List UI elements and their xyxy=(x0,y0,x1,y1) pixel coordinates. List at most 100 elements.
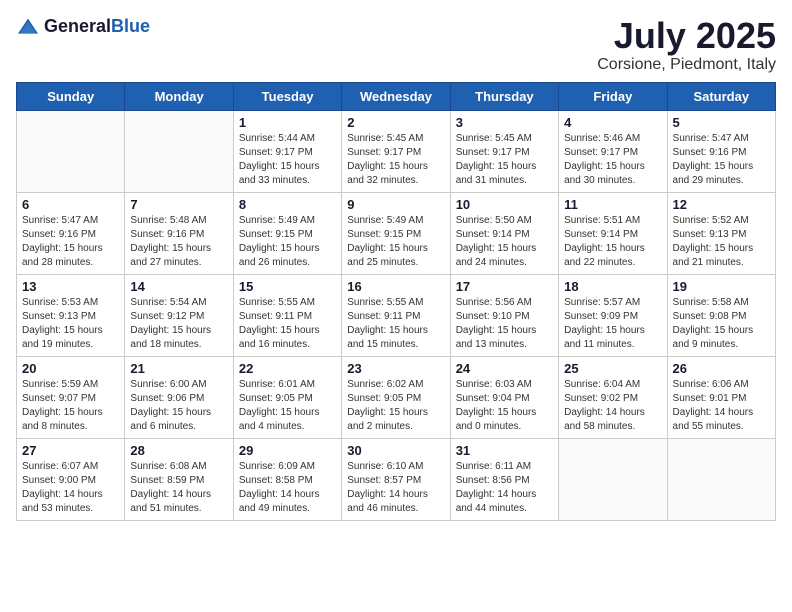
day-info: Sunrise: 5:51 AM Sunset: 9:14 PM Dayligh… xyxy=(564,214,661,270)
day-info: Sunrise: 5:48 AM Sunset: 9:16 PM Dayligh… xyxy=(130,214,227,270)
day-info: Sunrise: 5:54 AM Sunset: 9:12 PM Dayligh… xyxy=(130,296,227,352)
day-number: 7 xyxy=(130,197,227,212)
calendar-week-row: 27 Sunrise: 6:07 AM Sunset: 9:00 PM Dayli… xyxy=(17,438,776,520)
day-info: Sunrise: 5:49 AM Sunset: 9:15 PM Dayligh… xyxy=(347,214,444,270)
calendar-day-cell: 27 Sunrise: 6:07 AM Sunset: 9:00 PM Dayli… xyxy=(17,438,125,520)
day-info: Sunrise: 6:09 AM Sunset: 8:58 PM Dayligh… xyxy=(239,460,336,516)
calendar-day-cell: 12 Sunrise: 5:52 AM Sunset: 9:13 PM Dayli… xyxy=(667,192,775,274)
day-number: 20 xyxy=(22,361,119,376)
day-of-week-header: Wednesday xyxy=(342,82,450,110)
day-info: Sunrise: 6:02 AM Sunset: 9:05 PM Dayligh… xyxy=(347,378,444,434)
day-number: 8 xyxy=(239,197,336,212)
calendar-day-cell: 11Sunrise: 5:51 AM Sunset: 9:14 PM Dayli… xyxy=(559,192,667,274)
calendar-day-cell: 31 Sunrise: 6:11 AM Sunset: 8:56 PM Dayli… xyxy=(450,438,558,520)
logo-text-blue: Blue xyxy=(111,16,150,36)
calendar-day-cell: 22Sunrise: 6:01 AM Sunset: 9:05 PM Dayli… xyxy=(233,356,341,438)
calendar-day-cell: 16 Sunrise: 5:55 AM Sunset: 9:11 PM Dayli… xyxy=(342,274,450,356)
title-block: July 2025 Corsione, Piedmont, Italy xyxy=(597,16,776,74)
calendar-day-cell: 9 Sunrise: 5:49 AM Sunset: 9:15 PM Daylig… xyxy=(342,192,450,274)
calendar-day-cell: 25 Sunrise: 6:04 AM Sunset: 9:02 PM Dayli… xyxy=(559,356,667,438)
day-info: Sunrise: 6:06 AM Sunset: 9:01 PM Dayligh… xyxy=(673,378,770,434)
day-info: Sunrise: 5:58 AM Sunset: 9:08 PM Dayligh… xyxy=(673,296,770,352)
logo-icon xyxy=(16,17,40,37)
day-number: 1 xyxy=(239,115,336,130)
day-info: Sunrise: 5:57 AM Sunset: 9:09 PM Dayligh… xyxy=(564,296,661,352)
logo-text-general: General xyxy=(44,16,111,36)
day-of-week-header: Thursday xyxy=(450,82,558,110)
calendar-day-cell: 15Sunrise: 5:55 AM Sunset: 9:11 PM Dayli… xyxy=(233,274,341,356)
day-number: 25 xyxy=(564,361,661,376)
day-info: Sunrise: 5:50 AM Sunset: 9:14 PM Dayligh… xyxy=(456,214,553,270)
day-number: 15 xyxy=(239,279,336,294)
day-number: 23 xyxy=(347,361,444,376)
calendar-day-cell: 3Sunrise: 5:45 AM Sunset: 9:17 PM Daylig… xyxy=(450,110,558,192)
day-info: Sunrise: 6:01 AM Sunset: 9:05 PM Dayligh… xyxy=(239,378,336,434)
day-number: 5 xyxy=(673,115,770,130)
day-number: 29 xyxy=(239,443,336,458)
day-info: Sunrise: 6:10 AM Sunset: 8:57 PM Dayligh… xyxy=(347,460,444,516)
page-header: GeneralBlue July 2025 Corsione, Piedmont… xyxy=(16,16,776,74)
calendar-week-row: 20 Sunrise: 5:59 AM Sunset: 9:07 PM Dayli… xyxy=(17,356,776,438)
day-info: Sunrise: 5:45 AM Sunset: 9:17 PM Dayligh… xyxy=(347,132,444,188)
day-number: 16 xyxy=(347,279,444,294)
day-info: Sunrise: 5:55 AM Sunset: 9:11 PM Dayligh… xyxy=(347,296,444,352)
calendar-day-cell xyxy=(667,438,775,520)
day-info: Sunrise: 6:07 AM Sunset: 9:00 PM Dayligh… xyxy=(22,460,119,516)
calendar-day-cell: 14 Sunrise: 5:54 AM Sunset: 9:12 PM Dayli… xyxy=(125,274,233,356)
calendar-day-cell: 4 Sunrise: 5:46 AM Sunset: 9:17 PM Daylig… xyxy=(559,110,667,192)
day-info: Sunrise: 6:08 AM Sunset: 8:59 PM Dayligh… xyxy=(130,460,227,516)
day-number: 9 xyxy=(347,197,444,212)
day-of-week-header: Tuesday xyxy=(233,82,341,110)
day-number: 31 xyxy=(456,443,553,458)
calendar-day-cell: 8 Sunrise: 5:49 AM Sunset: 9:15 PM Daylig… xyxy=(233,192,341,274)
calendar-day-cell: 29 Sunrise: 6:09 AM Sunset: 8:58 PM Dayli… xyxy=(233,438,341,520)
calendar-week-row: 1 Sunrise: 5:44 AM Sunset: 9:17 PM Daylig… xyxy=(17,110,776,192)
calendar-day-cell: 18 Sunrise: 5:57 AM Sunset: 9:09 PM Dayli… xyxy=(559,274,667,356)
calendar-day-cell xyxy=(17,110,125,192)
day-info: Sunrise: 6:04 AM Sunset: 9:02 PM Dayligh… xyxy=(564,378,661,434)
day-info: Sunrise: 5:47 AM Sunset: 9:16 PM Dayligh… xyxy=(22,214,119,270)
calendar-day-cell xyxy=(125,110,233,192)
calendar-day-cell: 13Sunrise: 5:53 AM Sunset: 9:13 PM Dayli… xyxy=(17,274,125,356)
day-number: 28 xyxy=(130,443,227,458)
calendar-day-cell: 10Sunrise: 5:50 AM Sunset: 9:14 PM Dayli… xyxy=(450,192,558,274)
calendar-day-cell: 30Sunrise: 6:10 AM Sunset: 8:57 PM Dayli… xyxy=(342,438,450,520)
day-number: 4 xyxy=(564,115,661,130)
day-info: Sunrise: 5:52 AM Sunset: 9:13 PM Dayligh… xyxy=(673,214,770,270)
day-number: 2 xyxy=(347,115,444,130)
day-number: 13 xyxy=(22,279,119,294)
day-info: Sunrise: 5:59 AM Sunset: 9:07 PM Dayligh… xyxy=(22,378,119,434)
calendar-day-cell: 1 Sunrise: 5:44 AM Sunset: 9:17 PM Daylig… xyxy=(233,110,341,192)
calendar-header-row: SundayMondayTuesdayWednesdayThursdayFrid… xyxy=(17,82,776,110)
day-of-week-header: Sunday xyxy=(17,82,125,110)
day-number: 26 xyxy=(673,361,770,376)
calendar-day-cell: 2 Sunrise: 5:45 AM Sunset: 9:17 PM Daylig… xyxy=(342,110,450,192)
day-info: Sunrise: 5:49 AM Sunset: 9:15 PM Dayligh… xyxy=(239,214,336,270)
day-number: 14 xyxy=(130,279,227,294)
calendar-day-cell: 6 Sunrise: 5:47 AM Sunset: 9:16 PM Daylig… xyxy=(17,192,125,274)
calendar-day-cell: 26 Sunrise: 6:06 AM Sunset: 9:01 PM Dayli… xyxy=(667,356,775,438)
day-number: 3 xyxy=(456,115,553,130)
day-number: 21 xyxy=(130,361,227,376)
calendar-day-cell xyxy=(559,438,667,520)
day-number: 12 xyxy=(673,197,770,212)
calendar-day-cell: 7 Sunrise: 5:48 AM Sunset: 9:16 PM Daylig… xyxy=(125,192,233,274)
logo: GeneralBlue xyxy=(16,16,150,37)
day-of-week-header: Saturday xyxy=(667,82,775,110)
day-number: 18 xyxy=(564,279,661,294)
day-number: 19 xyxy=(673,279,770,294)
day-number: 17 xyxy=(456,279,553,294)
calendar-day-cell: 20 Sunrise: 5:59 AM Sunset: 9:07 PM Dayli… xyxy=(17,356,125,438)
day-info: Sunrise: 6:11 AM Sunset: 8:56 PM Dayligh… xyxy=(456,460,553,516)
calendar-day-cell: 21Sunrise: 6:00 AM Sunset: 9:06 PM Dayli… xyxy=(125,356,233,438)
day-info: Sunrise: 5:44 AM Sunset: 9:17 PM Dayligh… xyxy=(239,132,336,188)
day-info: Sunrise: 5:46 AM Sunset: 9:17 PM Dayligh… xyxy=(564,132,661,188)
calendar-day-cell: 17 Sunrise: 5:56 AM Sunset: 9:10 PM Dayli… xyxy=(450,274,558,356)
day-number: 27 xyxy=(22,443,119,458)
day-info: Sunrise: 5:56 AM Sunset: 9:10 PM Dayligh… xyxy=(456,296,553,352)
calendar-day-cell: 24Sunrise: 6:03 AM Sunset: 9:04 PM Dayli… xyxy=(450,356,558,438)
day-number: 6 xyxy=(22,197,119,212)
calendar-week-row: 6 Sunrise: 5:47 AM Sunset: 9:16 PM Daylig… xyxy=(17,192,776,274)
calendar-day-cell: 5Sunrise: 5:47 AM Sunset: 9:16 PM Daylig… xyxy=(667,110,775,192)
day-of-week-header: Friday xyxy=(559,82,667,110)
